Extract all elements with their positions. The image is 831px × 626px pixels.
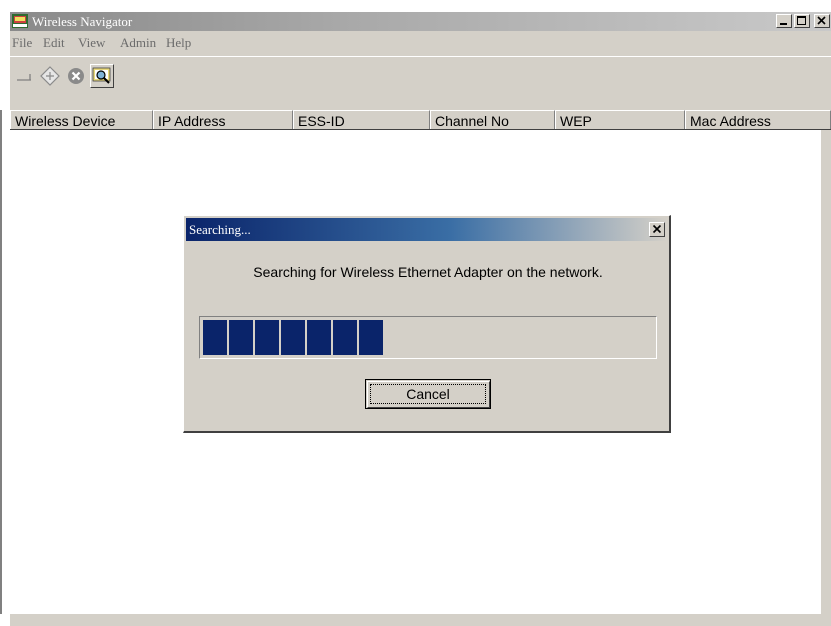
toolbar-search-button[interactable]	[90, 64, 114, 88]
dialog-title: Searching...	[189, 222, 251, 237]
progress-segment	[255, 320, 279, 355]
cancel-button[interactable]: Cancel	[365, 379, 491, 409]
stop-icon	[68, 68, 84, 84]
menu-help[interactable]: Help	[166, 35, 191, 51]
toolbar-connect-button[interactable]	[12, 64, 36, 88]
maximize-icon	[797, 16, 806, 25]
progress-segment	[203, 320, 227, 355]
menu-view[interactable]: View	[78, 35, 105, 51]
toolbar	[10, 56, 831, 93]
dialog-title-bar[interactable]: Searching...	[186, 218, 667, 241]
column-wireless-device[interactable]: Wireless Device	[10, 110, 153, 129]
toolbar-diamond-button[interactable]	[38, 64, 62, 88]
connect-icon	[17, 74, 31, 81]
device-list-header: Wireless Device IP Address ESS-ID Channe…	[10, 110, 831, 130]
app-icon	[12, 14, 28, 28]
close-icon	[817, 16, 826, 25]
diamond-icon	[40, 66, 60, 86]
maximize-button[interactable]	[794, 14, 810, 28]
menu-edit[interactable]: Edit	[43, 35, 65, 51]
window-title: Wireless Navigator	[32, 14, 133, 29]
search-progress-bar	[199, 316, 657, 359]
toolbar-stop-button[interactable]	[64, 64, 88, 88]
column-ess-id[interactable]: ESS-ID	[293, 110, 430, 129]
searching-dialog: Searching... Searching for Wireless Ethe…	[183, 215, 671, 433]
progress-segment	[281, 320, 305, 355]
minimize-button[interactable]	[776, 14, 792, 28]
progress-segment	[333, 320, 357, 355]
progress-fill	[203, 320, 653, 355]
column-mac-address[interactable]: Mac Address	[685, 110, 831, 129]
minimize-icon	[780, 23, 787, 25]
dialog-close-button[interactable]	[649, 222, 665, 237]
close-button[interactable]	[814, 14, 830, 28]
search-device-icon	[92, 67, 111, 84]
title-bar[interactable]: Wireless Navigator	[10, 12, 831, 31]
dialog-message: Searching for Wireless Ethernet Adapter …	[253, 264, 603, 280]
column-channel-no[interactable]: Channel No	[430, 110, 555, 129]
column-ip-address[interactable]: IP Address	[153, 110, 293, 129]
menu-file[interactable]: File	[12, 35, 32, 51]
menu-bar: File Edit View Admin Help	[10, 32, 831, 54]
progress-segment	[307, 320, 331, 355]
progress-segment	[229, 320, 253, 355]
column-wep[interactable]: WEP	[555, 110, 685, 129]
cancel-button-label: Cancel	[406, 386, 450, 402]
menu-admin[interactable]: Admin	[120, 35, 156, 51]
close-icon	[652, 224, 662, 234]
progress-segment	[359, 320, 383, 355]
